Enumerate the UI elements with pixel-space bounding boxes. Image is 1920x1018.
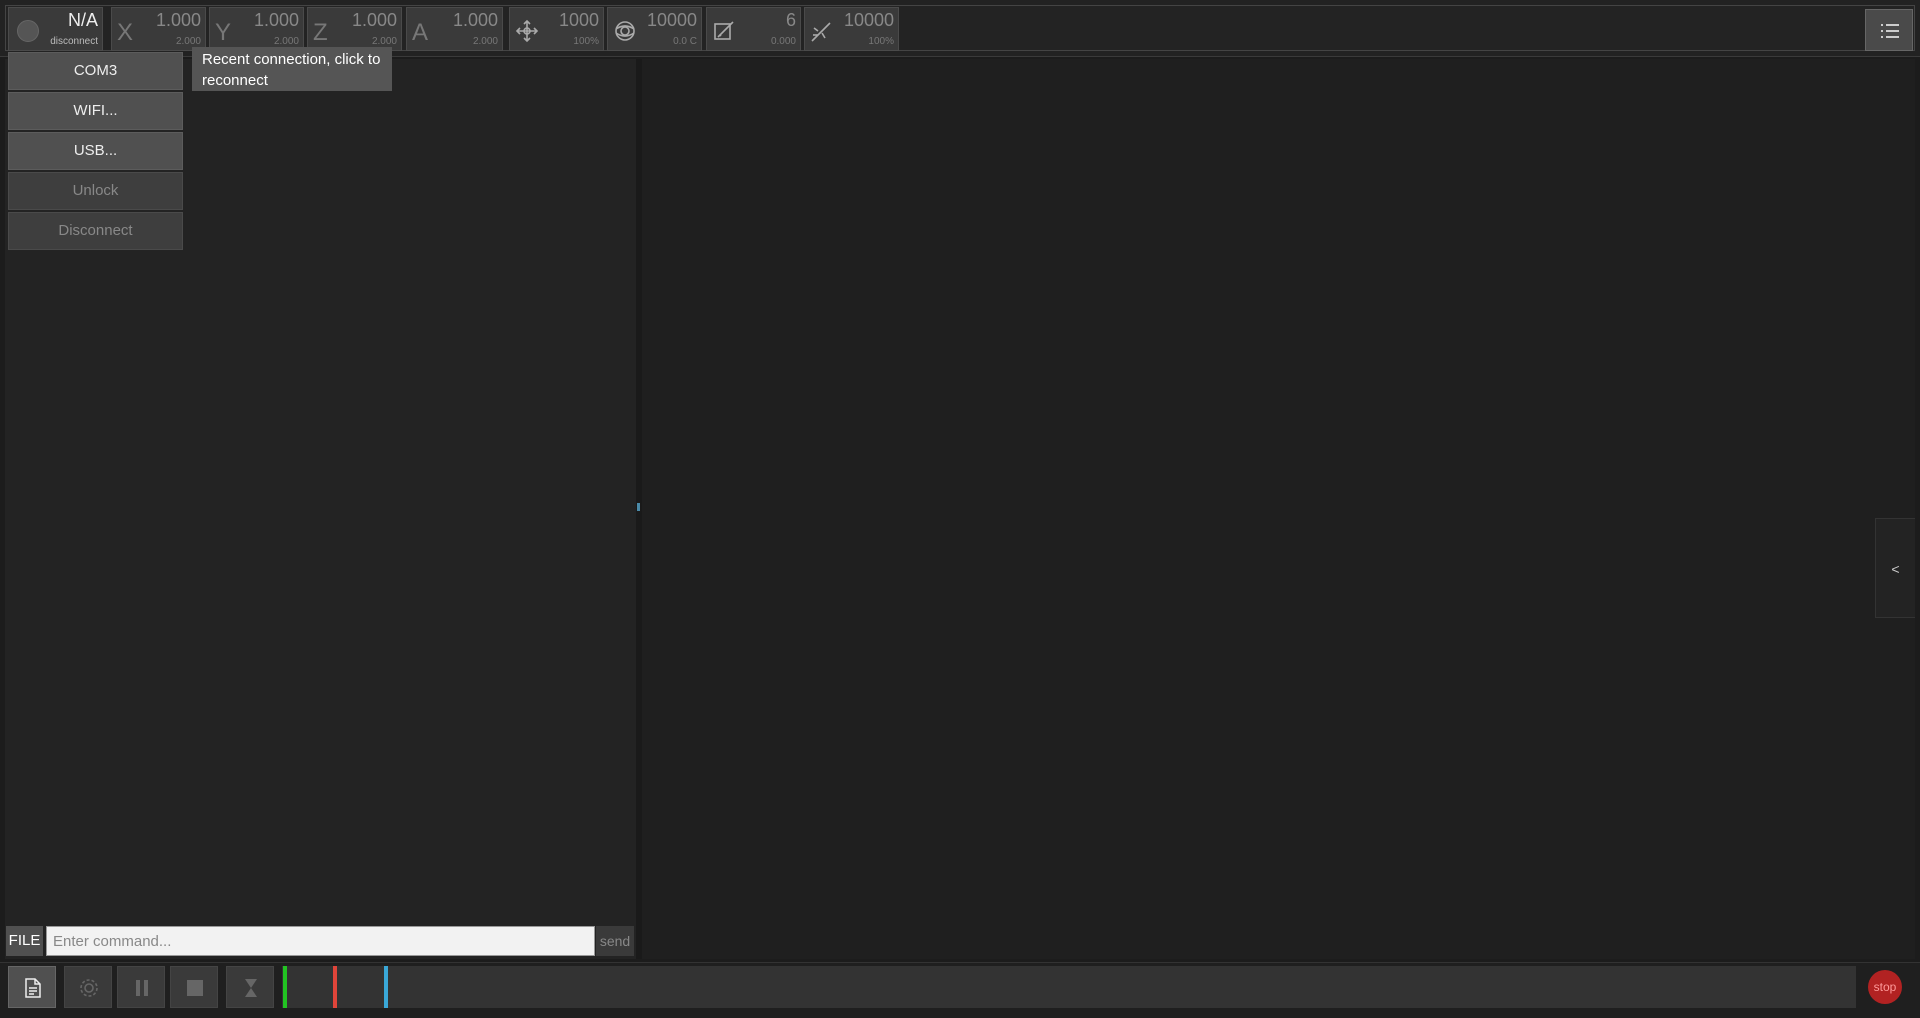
spindle-icon xyxy=(615,21,635,41)
axis-z-label: Z xyxy=(313,19,328,46)
command-input[interactable] xyxy=(46,926,595,956)
main-menu-button[interactable] xyxy=(1865,9,1913,51)
timer-button[interactable] xyxy=(226,966,274,1008)
connection-indicator-icon xyxy=(17,20,39,42)
pause-icon xyxy=(136,980,148,996)
spindle-sub: 0.0 C xyxy=(673,36,697,47)
progress-marker-red xyxy=(333,966,337,1008)
axis-z-value: 1.000 xyxy=(351,10,397,30)
splitter-grip-icon[interactable] xyxy=(637,503,640,511)
progress-marker-green xyxy=(283,966,287,1008)
list-menu-icon xyxy=(1881,24,1899,38)
home-cycle-button[interactable] xyxy=(64,966,112,1008)
tool-value: 6 xyxy=(785,10,796,30)
axis-x-label: X xyxy=(117,19,134,46)
spindle-value: 10000 xyxy=(646,10,697,30)
axis-a-label: A xyxy=(412,19,429,46)
progress-track xyxy=(282,966,1856,1008)
axis-z-box[interactable]: Z 1.000 2.000 xyxy=(307,7,402,51)
feed-rate-box[interactable]: 1000 100% xyxy=(509,7,604,51)
send-button[interactable]: send xyxy=(596,926,634,956)
connection-status-value: N/A xyxy=(67,10,98,30)
tool-edit-icon xyxy=(714,21,734,40)
pause-button[interactable] xyxy=(117,966,165,1008)
axis-y-label: Y xyxy=(215,19,232,46)
move-arrows-icon xyxy=(515,19,539,43)
axis-a-box[interactable]: A 1.000 2.000 xyxy=(406,7,503,51)
stop-square-icon xyxy=(187,980,203,996)
axis-z-sub: 2.000 xyxy=(371,36,397,47)
progress-marker-blue xyxy=(384,966,388,1008)
menu-item-unlock[interactable]: Unlock xyxy=(8,172,183,210)
feed-rate-sub: 100% xyxy=(573,36,599,47)
axis-x-sub: 2.000 xyxy=(175,36,201,47)
emergency-stop-button[interactable]: stop xyxy=(1865,968,1905,1006)
axis-y-box[interactable]: Y 1.000 2.000 xyxy=(209,7,304,51)
laser-sub: 100% xyxy=(868,36,894,47)
file-icon xyxy=(25,978,41,998)
tool-box[interactable]: 6 0.000 xyxy=(706,7,801,51)
axis-x-value: 1.000 xyxy=(155,10,201,30)
tooltip: Recent connection, click to reconnect xyxy=(192,47,392,91)
gear-icon xyxy=(80,979,98,997)
feed-rate-value: 1000 xyxy=(558,10,599,30)
menu-item-com3[interactable]: COM3 xyxy=(8,52,183,90)
axis-y-value: 1.000 xyxy=(253,10,299,30)
axis-a-sub: 2.000 xyxy=(472,36,498,47)
axis-x-box[interactable]: X 1.000 2.000 xyxy=(111,7,206,51)
axis-a-value: 1.000 xyxy=(452,10,498,30)
emergency-stop-label: stop xyxy=(1868,970,1902,1004)
hourglass-icon xyxy=(245,979,257,997)
connection-status-label: disconnect xyxy=(50,36,98,47)
axis-y-sub: 2.000 xyxy=(273,36,299,47)
side-panel-toggle[interactable]: < xyxy=(1875,518,1915,618)
connection-dropdown: COM3 WIFI... USB... Unlock Disconnect xyxy=(8,52,183,252)
menu-item-disconnect[interactable]: Disconnect xyxy=(8,212,183,250)
connection-status-button[interactable]: N/A disconnect xyxy=(8,7,103,51)
menu-item-usb[interactable]: USB... xyxy=(8,132,183,170)
laser-box[interactable]: 10000 100% xyxy=(804,7,899,51)
spindle-box[interactable]: 10000 0.0 C xyxy=(607,7,702,51)
preview-panel: < xyxy=(642,59,1915,959)
tool-sub: 0.000 xyxy=(770,36,796,47)
laser-value: 10000 xyxy=(843,10,894,30)
menu-item-wifi[interactable]: WIFI... xyxy=(8,92,183,130)
open-file-button[interactable] xyxy=(8,966,56,1008)
file-button[interactable]: FILE xyxy=(6,926,43,956)
laser-icon xyxy=(811,22,831,42)
stop-program-button[interactable] xyxy=(170,966,218,1008)
